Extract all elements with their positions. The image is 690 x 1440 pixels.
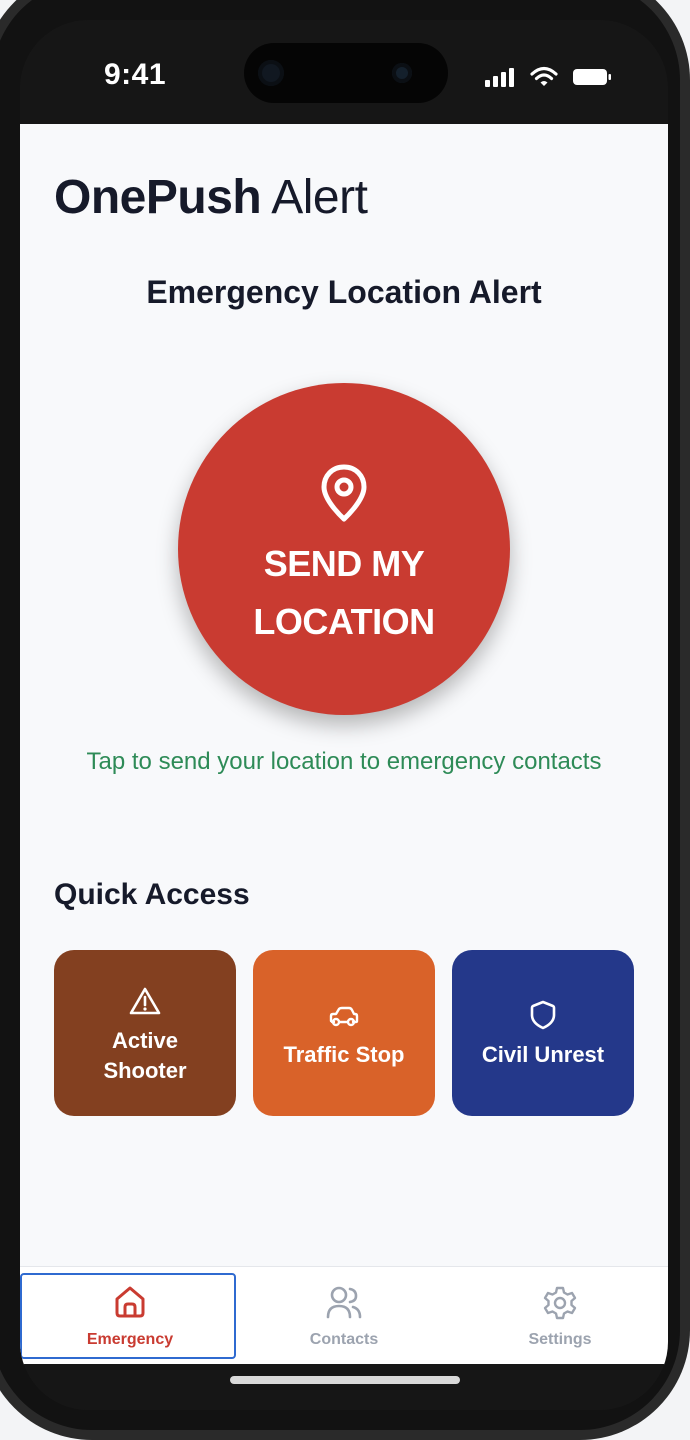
send-location-button[interactable]: SEND MY LOCATION xyxy=(178,383,510,715)
wifi-icon xyxy=(530,66,558,86)
status-time: 9:41 xyxy=(104,58,167,91)
send-location-label: SEND MY LOCATION xyxy=(178,535,510,651)
map-pin-icon xyxy=(321,464,367,522)
quick-access-label-line2: Shooter xyxy=(103,1058,187,1083)
signal-icon xyxy=(485,68,514,87)
app-content: OnePush Alert Emergency Location Alert SE… xyxy=(20,124,668,1266)
quick-access-label: Traffic Stop xyxy=(283,1042,405,1067)
car-icon xyxy=(329,1006,359,1027)
status-bar: 9:41 xyxy=(20,20,668,124)
tab-label: Contacts xyxy=(309,1331,379,1348)
tab-label: Settings xyxy=(528,1331,592,1348)
battery-icon xyxy=(573,69,611,85)
send-location-hint: Tap to send your location to emergency c… xyxy=(86,748,602,775)
sensor-icon xyxy=(392,63,412,83)
warning-triangle-icon xyxy=(129,987,161,1015)
status-icons xyxy=(484,66,612,88)
bottom-tab-bar: Emergency Contacts Settings xyxy=(20,1266,668,1365)
home-indicator[interactable] xyxy=(230,1376,460,1384)
send-location-label-line1: SEND MY xyxy=(263,543,425,584)
quick-access-civil-unrest[interactable]: Civil Unrest xyxy=(452,950,634,1116)
quick-access-active-shooter[interactable]: Active Shooter xyxy=(54,950,236,1116)
quick-access-label: Civil Unrest xyxy=(481,1042,605,1067)
tab-contacts[interactable]: Contacts xyxy=(236,1273,452,1359)
front-camera-icon xyxy=(258,60,284,86)
quick-access-title: Quick Access xyxy=(54,878,250,911)
page-title: Emergency Location Alert xyxy=(146,274,542,310)
brand-suffix: Alert xyxy=(271,171,368,224)
tab-label: Emergency xyxy=(86,1331,174,1348)
send-location-label-line2: LOCATION xyxy=(253,601,435,642)
tab-settings[interactable]: Settings xyxy=(452,1273,668,1359)
tab-emergency[interactable]: Emergency xyxy=(20,1273,236,1359)
app-logo: OnePush Alert xyxy=(54,170,368,225)
home-indicator-area xyxy=(20,1364,668,1410)
dynamic-island xyxy=(244,43,448,103)
home-icon xyxy=(115,1286,145,1318)
shield-icon xyxy=(530,1000,556,1030)
quick-access-traffic-stop[interactable]: Traffic Stop xyxy=(253,950,435,1116)
phone-device: 9:41 OnePush Alert Emergency Location Al… xyxy=(0,0,690,1440)
quick-access-label-line1: Active xyxy=(111,1028,179,1053)
quick-access-label: Active Shooter xyxy=(62,1026,228,1086)
gear-icon xyxy=(543,1286,577,1320)
phone-screen: 9:41 OnePush Alert Emergency Location Al… xyxy=(20,20,668,1410)
users-icon xyxy=(326,1286,362,1319)
brand-name: OnePush xyxy=(54,171,262,224)
